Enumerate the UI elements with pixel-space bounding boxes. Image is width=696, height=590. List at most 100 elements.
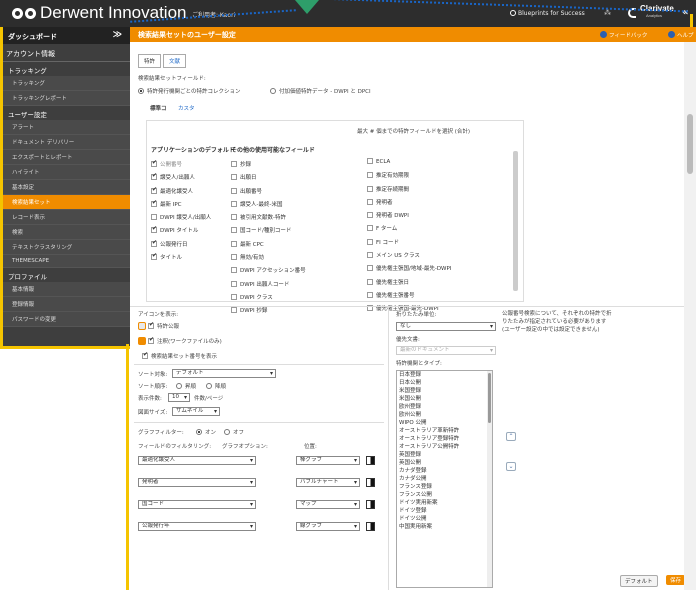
tab-literature[interactable]: 文献 [163, 54, 187, 68]
checkbox[interactable] [367, 185, 373, 192]
radio-button[interactable] [270, 88, 276, 94]
list-item[interactable]: カナダ登録 [397, 467, 492, 475]
sidebar-item[interactable]: トラッキング [0, 76, 130, 91]
color-picker-icon[interactable] [366, 522, 375, 531]
list-item[interactable]: 欧州登録 [397, 403, 492, 411]
subtab-custom[interactable]: カスタ [178, 104, 195, 112]
sort-select[interactable]: デフォルト [172, 369, 276, 378]
other-field-option[interactable]: F ターム [367, 224, 451, 237]
radio-button[interactable] [138, 88, 144, 94]
checkbox[interactable] [367, 198, 373, 205]
blueprints-link[interactable]: Blueprints for Success [510, 10, 585, 17]
sidebar-item[interactable]: レコード表示 [0, 210, 130, 225]
sidebar-item[interactable]: パスワードの変更 [0, 312, 130, 327]
sidebar-item[interactable]: THEMESCAPE [0, 255, 130, 268]
list-item[interactable]: 英国公開 [397, 459, 492, 467]
list-item[interactable]: フランス登録 [397, 483, 492, 491]
checkbox[interactable] [367, 212, 373, 219]
filter-field-select[interactable]: 最適化譲受人 [138, 456, 256, 465]
checkbox[interactable] [148, 336, 154, 344]
sidebar-item[interactable]: 検索結果セット [0, 195, 130, 210]
checkbox[interactable] [231, 214, 237, 221]
sidebar-account[interactable]: アカウント情報 [0, 44, 130, 62]
filter-graph-select[interactable]: 線グラフ [296, 522, 360, 531]
radio-graph-off[interactable]: オフ [224, 428, 244, 436]
radio-button[interactable] [196, 429, 202, 435]
scrollbar[interactable] [513, 151, 518, 291]
checkbox[interactable] [367, 225, 373, 232]
list-item[interactable]: 米国登録 [397, 387, 492, 395]
sidebar-group[interactable]: ユーザー設定 [0, 106, 130, 120]
radio-button[interactable] [176, 383, 182, 389]
other-field-option[interactable]: 発明者 [367, 198, 451, 211]
list-item[interactable]: ドイツ登録 [397, 507, 492, 515]
default-field-option[interactable]: DWPI 譲受人/出願人 [151, 213, 235, 226]
save-button[interactable]: 保存 [666, 575, 686, 585]
move-down-button[interactable]: ⌄ [506, 462, 516, 471]
list-item[interactable]: WIPO 公開 [397, 419, 492, 427]
other-field-option[interactable]: 国コード/種別コード [231, 226, 315, 239]
other-field-option[interactable]: DWPI クラス [231, 293, 315, 306]
other-field-option[interactable]: 優先権主張日 [367, 278, 451, 291]
checkbox[interactable] [367, 291, 373, 298]
other-field-option[interactable]: 出願日 [231, 173, 315, 186]
checkbox[interactable] [367, 172, 373, 179]
color-picker-icon[interactable] [366, 500, 375, 509]
sidebar-item[interactable]: アラート [0, 120, 130, 135]
help-link[interactable]: ヘルプ [668, 31, 694, 39]
sidebar-item[interactable]: 登録情報 [0, 297, 130, 312]
list-item[interactable]: オーストラリア革新特許 [397, 427, 492, 435]
show-number-option[interactable]: 検索結果セット番号を表示 [142, 351, 217, 360]
chevron-down-icon[interactable]: ≫ [113, 30, 122, 40]
list-item[interactable]: オーストラリア公開特許 [397, 443, 492, 451]
checkbox[interactable] [367, 252, 373, 259]
per-page-select[interactable]: 10 [168, 393, 190, 402]
other-field-option[interactable]: FI コード [367, 238, 451, 251]
sidebar-item[interactable]: 検索 [0, 225, 130, 240]
default-field-option[interactable]: タイトル [151, 252, 235, 266]
other-field-option[interactable]: 最新 CPC [231, 240, 315, 253]
list-item[interactable]: カナダ公開 [397, 475, 492, 483]
other-field-option[interactable]: 抄録 [231, 160, 315, 173]
default-button[interactable]: デフォルト [620, 575, 658, 587]
sidebar-dashboard[interactable]: ダッシュボード ≫ [0, 27, 130, 44]
checkbox[interactable] [151, 239, 157, 247]
scrollbar[interactable] [487, 371, 492, 587]
sidebar-item[interactable]: 基本設定 [0, 180, 130, 195]
checkbox[interactable] [231, 280, 237, 287]
sidebar-item[interactable]: トラッキングレポート [0, 91, 130, 106]
feedback-link[interactable]: フィードバック [600, 31, 647, 39]
default-field-option[interactable]: 公開番号 [151, 159, 235, 173]
image-size-select[interactable]: サムネイル [172, 407, 220, 416]
list-item[interactable]: 英国登録 [397, 451, 492, 459]
radio-button[interactable] [224, 429, 230, 435]
checkbox[interactable] [231, 161, 237, 167]
globe-language-icon[interactable]: ⁂ [604, 9, 611, 17]
list-item[interactable]: 米国公開 [397, 395, 492, 403]
radio-ascending[interactable]: 昇順 [176, 382, 196, 390]
list-item[interactable]: 欧州公開 [397, 411, 492, 419]
sidebar-group[interactable]: プロファイル [0, 268, 130, 282]
collapse-icon[interactable]: « [682, 7, 688, 18]
subtab-standard[interactable]: 標準コ [150, 104, 167, 112]
checkbox[interactable] [231, 200, 237, 207]
sidebar-item[interactable]: テキストクラスタリング [0, 240, 130, 255]
other-field-option[interactable]: DWPI 抄録 [231, 306, 315, 319]
filter-graph-select[interactable]: 棒グラフ [296, 456, 360, 465]
list-item[interactable]: 中国実用新案 [397, 523, 492, 531]
sidebar-item[interactable]: ドキュメント デリバリー [0, 135, 130, 150]
checkbox[interactable] [151, 252, 157, 261]
other-field-option[interactable]: 発明者 DWPI [367, 211, 451, 224]
filter-field-select[interactable]: 公報発行年 [138, 522, 256, 531]
checkbox[interactable] [151, 159, 157, 167]
radio-button[interactable] [206, 383, 212, 389]
other-field-option[interactable]: ECLA [367, 158, 451, 171]
checkbox[interactable] [231, 240, 237, 247]
checkbox[interactable] [231, 227, 237, 234]
page-scrollbar[interactable] [684, 42, 696, 590]
move-up-button[interactable]: ⌃ [506, 432, 516, 441]
sidebar-group[interactable]: トラッキング [0, 62, 130, 76]
priority-select[interactable]: 最新のドキュメント [396, 346, 496, 355]
other-field-option[interactable]: 優先権主張国/地域-最先-DWPI [367, 264, 451, 277]
checkbox[interactable] [231, 307, 237, 314]
